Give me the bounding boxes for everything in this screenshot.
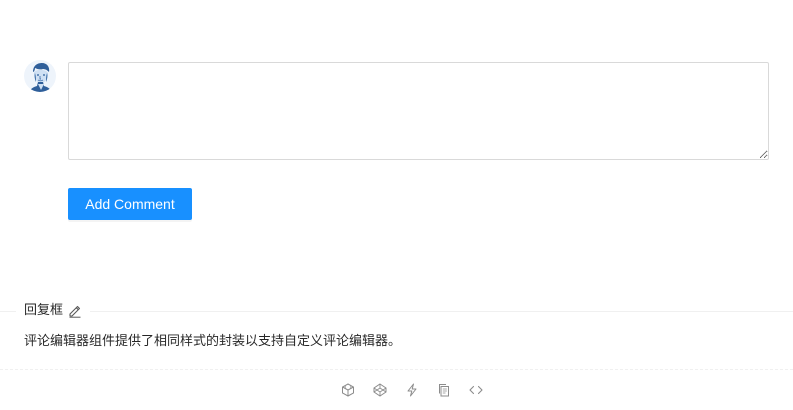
comment-demo: Add Comment <box>0 0 793 311</box>
actions-divider <box>0 369 793 370</box>
code-actions <box>340 380 484 400</box>
thunderbolt-icon[interactable] <box>404 382 420 398</box>
codesandbox-icon[interactable] <box>340 382 356 398</box>
meta-title-text: 回复框 <box>24 303 64 318</box>
add-comment-button[interactable]: Add Comment <box>68 188 192 220</box>
code-icon[interactable] <box>468 382 484 398</box>
edit-icon[interactable] <box>68 304 82 318</box>
meta-description: 评论编辑器组件提供了相同样式的封装以支持自定义评论编辑器。 <box>24 334 402 349</box>
meta-divider <box>0 311 793 312</box>
comment-textarea[interactable] <box>68 62 769 160</box>
copy-icon[interactable] <box>436 382 452 398</box>
codepen-icon[interactable] <box>372 382 388 398</box>
avatar <box>24 60 56 92</box>
meta-title: 回复框 <box>16 302 91 320</box>
